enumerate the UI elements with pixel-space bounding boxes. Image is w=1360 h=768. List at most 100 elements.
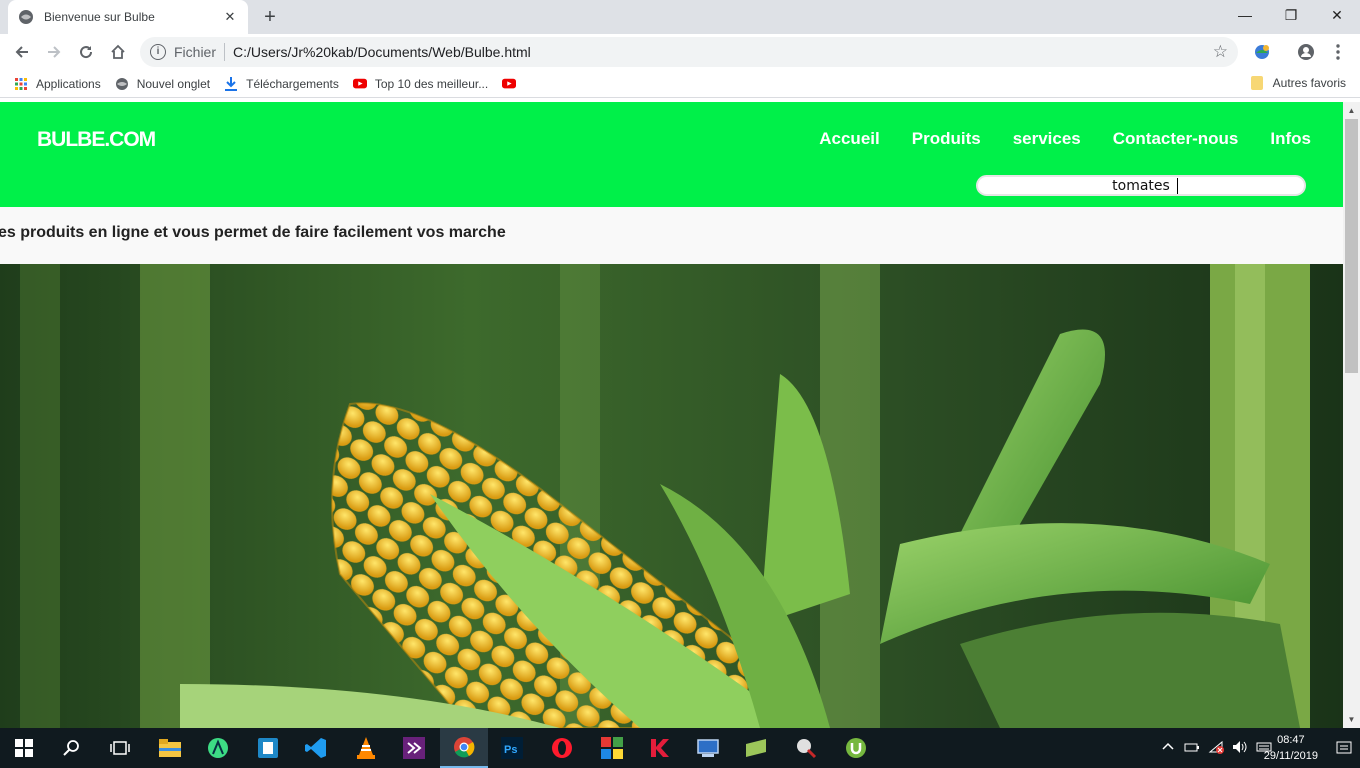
task-view-icon bbox=[110, 741, 130, 755]
bookmark-applications[interactable]: Applications bbox=[14, 77, 101, 91]
bookmark-label: Applications bbox=[36, 76, 101, 91]
info-icon[interactable]: i bbox=[150, 44, 166, 60]
menu-button[interactable] bbox=[1324, 38, 1352, 66]
visual-studio-icon bbox=[403, 737, 425, 759]
vscode-button[interactable] bbox=[292, 728, 340, 768]
back-button[interactable] bbox=[8, 38, 36, 66]
bookmark-youtube-top10[interactable]: Top 10 des meilleur... bbox=[352, 76, 489, 91]
bookmark-new-tab[interactable]: Nouvel onglet bbox=[115, 77, 210, 91]
extension-button[interactable] bbox=[1248, 38, 1276, 66]
youtube-icon bbox=[502, 77, 517, 91]
reload-icon bbox=[80, 46, 93, 59]
bookmark-downloads[interactable]: Téléchargements bbox=[224, 76, 339, 91]
nav-contact[interactable]: Contacter-nous bbox=[1113, 129, 1239, 149]
browser-tab[interactable]: Bienvenue sur Bulbe ✕ bbox=[8, 0, 248, 34]
globe-icon bbox=[18, 9, 34, 25]
forward-button[interactable] bbox=[40, 38, 68, 66]
utorrent-icon bbox=[846, 738, 866, 758]
chevron-up-icon[interactable] bbox=[1162, 740, 1174, 756]
chrome-button[interactable] bbox=[440, 728, 488, 768]
search-button[interactable] bbox=[48, 728, 96, 768]
reload-button[interactable] bbox=[72, 38, 100, 66]
app-button[interactable] bbox=[684, 728, 732, 768]
site-header: BULBE.COM Accueil Produits services Cont… bbox=[0, 102, 1343, 207]
opera-button[interactable] bbox=[538, 728, 586, 768]
divider bbox=[224, 43, 226, 61]
tagline-band: es produits en ligne et vous permet de f… bbox=[0, 207, 1343, 264]
folder-icon bbox=[1250, 76, 1263, 90]
other-bookmarks[interactable]: Autres favoris bbox=[1250, 76, 1346, 90]
tab-close-icon[interactable]: ✕ bbox=[222, 9, 238, 25]
battery-icon[interactable] bbox=[1184, 740, 1200, 756]
home-icon bbox=[111, 44, 125, 59]
extension-globe-icon bbox=[1255, 45, 1269, 59]
app-button[interactable] bbox=[244, 728, 292, 768]
bookmark-label: Top 10 des meilleur... bbox=[374, 76, 489, 91]
nav-infos[interactable]: Infos bbox=[1270, 129, 1311, 149]
kaspersky-button[interactable] bbox=[636, 728, 684, 768]
page-viewport: BULBE.COM Accueil Produits services Cont… bbox=[0, 102, 1343, 728]
download-icon bbox=[224, 76, 238, 91]
start-button[interactable] bbox=[0, 728, 48, 768]
app-icon bbox=[697, 739, 719, 757]
scroll-up-icon[interactable]: ▲ bbox=[1343, 102, 1360, 119]
android-studio-button[interactable] bbox=[194, 728, 242, 768]
network-icon[interactable] bbox=[1208, 740, 1224, 756]
new-tab-button[interactable]: + bbox=[258, 5, 282, 29]
task-view-button[interactable] bbox=[96, 728, 144, 768]
page-scrollbar[interactable]: ▲ ▼ bbox=[1343, 102, 1360, 728]
svg-text:Ps: Ps bbox=[504, 744, 517, 756]
url-text[interactable]: C:/Users/Jr%20kab/Documents/Web/Bulbe.ht… bbox=[233, 44, 531, 60]
scroll-down-icon[interactable]: ▼ bbox=[1343, 711, 1360, 728]
profile-button[interactable] bbox=[1292, 38, 1320, 66]
app-icon bbox=[258, 738, 278, 758]
search-input[interactable] bbox=[976, 175, 1306, 196]
tab-title: Bienvenue sur Bulbe bbox=[44, 10, 155, 24]
clock-date: 29/11/2019 bbox=[1263, 750, 1318, 762]
minimize-button[interactable]: — bbox=[1222, 0, 1268, 30]
nav-accueil[interactable]: Accueil bbox=[819, 129, 879, 149]
bookmark-label: Nouvel onglet bbox=[136, 76, 211, 91]
visual-studio-button[interactable] bbox=[390, 728, 438, 768]
app-button[interactable] bbox=[588, 728, 636, 768]
app-icon bbox=[601, 737, 623, 759]
tagline-marquee: es produits en ligne et vous permet de f… bbox=[0, 224, 506, 241]
vlc-button[interactable] bbox=[342, 728, 390, 768]
kebab-menu-icon bbox=[1336, 44, 1340, 60]
windows-taskbar: Ps 08:47 29/11/2019 bbox=[0, 728, 1360, 768]
main-nav: Accueil Produits services Contacter-nous… bbox=[787, 129, 1311, 149]
nav-produits[interactable]: Produits bbox=[912, 129, 981, 149]
site-logo[interactable]: BULBE.COM bbox=[37, 128, 156, 152]
scheme-label: Fichier bbox=[174, 44, 217, 60]
opera-icon bbox=[552, 738, 572, 758]
photoshop-button[interactable]: Ps bbox=[488, 728, 536, 768]
youtube-icon bbox=[352, 77, 367, 91]
file-explorer-button[interactable] bbox=[146, 728, 194, 768]
nav-services[interactable]: services bbox=[1013, 129, 1081, 149]
system-clock[interactable]: 08:47 29/11/2019 bbox=[1264, 732, 1318, 764]
address-bar[interactable]: i Fichier C:/Users/Jr%20kab/Documents/We… bbox=[140, 37, 1238, 67]
maximize-button[interactable]: ❐ bbox=[1268, 0, 1314, 30]
back-arrow-icon bbox=[15, 46, 28, 58]
search-icon bbox=[63, 740, 79, 756]
photoshop-icon: Ps bbox=[501, 737, 523, 759]
app-button[interactable] bbox=[732, 728, 780, 768]
hero-corn-image bbox=[0, 264, 1343, 728]
close-window-button[interactable]: ✕ bbox=[1314, 0, 1360, 30]
app-button[interactable] bbox=[782, 728, 830, 768]
clock-time: 08:47 bbox=[1277, 734, 1305, 746]
scrollbar-thumb[interactable] bbox=[1345, 119, 1358, 373]
forward-arrow-icon bbox=[48, 46, 61, 58]
notification-icon[interactable] bbox=[1336, 740, 1352, 756]
bookmark-youtube[interactable] bbox=[502, 77, 524, 91]
profile-icon bbox=[1298, 44, 1314, 60]
utorrent-button[interactable] bbox=[832, 728, 880, 768]
star-icon[interactable]: ☆ bbox=[1213, 42, 1228, 62]
vscode-icon bbox=[305, 738, 326, 758]
android-studio-icon bbox=[208, 738, 228, 758]
tab-strip: Bienvenue sur Bulbe ✕ + — ❐ ✕ bbox=[0, 0, 1360, 34]
home-button[interactable] bbox=[104, 38, 132, 66]
chrome-icon bbox=[454, 737, 475, 758]
app-icon bbox=[797, 739, 817, 759]
volume-icon[interactable] bbox=[1232, 740, 1248, 756]
